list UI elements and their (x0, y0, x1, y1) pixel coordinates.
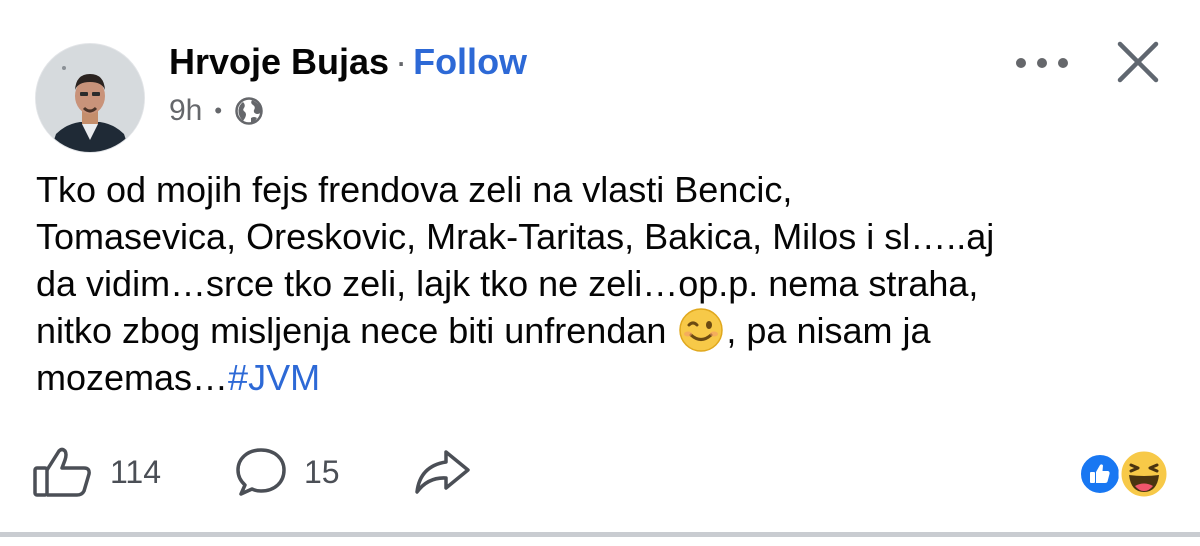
header-separator: · (395, 41, 408, 82)
post-text-segment: mozemas… (36, 357, 229, 398)
like-reaction-icon (1078, 452, 1122, 496)
post-header-title: Hrvoje Bujas · Follow (169, 40, 527, 84)
post-text-line: Tko od mojih fejs frendova zeli na vlast… (36, 169, 793, 210)
comment-count: 15 (304, 453, 340, 490)
avatar-photo (36, 44, 144, 152)
follow-button[interactable]: Follow (413, 41, 527, 82)
post-meta: 9h • (169, 92, 264, 130)
reaction-summary[interactable] (1078, 448, 1174, 500)
haha-reaction-icon (1118, 448, 1170, 500)
close-button[interactable] (1114, 38, 1162, 86)
thumbs-up-icon (33, 447, 91, 497)
share-button[interactable] (412, 446, 472, 498)
post-text-line: da vidim…srce tko zeli, lajk tko ne zeli… (36, 263, 979, 304)
author-name[interactable]: Hrvoje Bujas (169, 41, 389, 82)
globe-icon (234, 96, 264, 126)
post-text-segment: , pa nisam ja (726, 310, 931, 351)
post-timestamp[interactable]: 9h (169, 92, 202, 130)
post-text-line: Tomasevica, Oreskovic, Mrak-Taritas, Bak… (36, 216, 995, 257)
more-dot-icon (1058, 58, 1068, 68)
close-icon (1117, 41, 1159, 83)
more-options-button[interactable] (1016, 48, 1068, 78)
more-dot-icon (1037, 58, 1047, 68)
meta-separator: • (214, 98, 223, 123)
post-divider (0, 532, 1200, 537)
author-avatar[interactable] (35, 43, 145, 153)
share-icon (415, 450, 470, 494)
comment-icon (236, 448, 286, 496)
post-body: Tko od mojih fejs frendova zeli na vlast… (36, 166, 1176, 401)
comment-button[interactable]: 15 (234, 446, 340, 498)
post-text-line: mozemas…#JVM (36, 354, 1176, 401)
hashtag-link[interactable]: #JVM (228, 357, 320, 398)
wink-emoji-icon (678, 307, 724, 353)
post-text-line: nitko zbog misljenja nece biti unfrendan… (36, 307, 1176, 354)
post-text-segment: nitko zbog misljenja nece biti unfrendan (36, 310, 677, 351)
like-count: 114 (110, 453, 162, 490)
more-dot-icon (1016, 58, 1026, 68)
like-button[interactable]: 114 (32, 446, 161, 498)
